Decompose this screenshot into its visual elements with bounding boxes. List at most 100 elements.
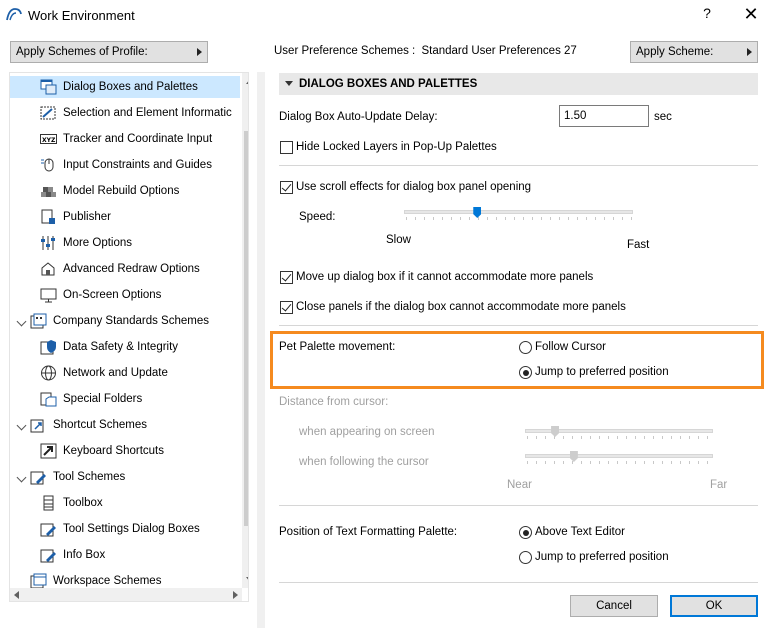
tree-item-tool-settings[interactable]: Tool Settings Dialog Boxes [10, 518, 240, 540]
close-button[interactable]: ✕ [740, 4, 762, 26]
tree-vertical-scrollbar[interactable] [242, 73, 248, 588]
monitor-icon [40, 288, 57, 303]
tree-item-label: Network and Update [63, 367, 168, 379]
tree-group-label: Company Standards Schemes [53, 315, 209, 327]
tree-item-label: More Options [63, 237, 133, 249]
tree-item-keyboard-shortcuts[interactable]: Keyboard Shortcuts [10, 440, 240, 462]
scheme-info-label: User Preference Schemes : [274, 45, 416, 57]
xyz-tracker-icon: XYZ [40, 134, 57, 144]
scroll-up-arrow-icon[interactable] [246, 79, 248, 84]
chevron-down-icon[interactable] [16, 316, 27, 327]
company-schemes-icon [30, 313, 47, 329]
rebuild-icon [41, 187, 56, 197]
data-safety-icon [40, 340, 56, 355]
speed-max-label: Fast [627, 239, 650, 251]
follow-cursor-radio[interactable] [519, 341, 532, 354]
scroll-thumb[interactable] [244, 131, 248, 526]
tree-item-tracker[interactable]: XYZ Tracker and Coordinate Input [10, 128, 240, 150]
arrow-right-icon [197, 48, 202, 56]
hide-locked-layers-label: Hide Locked Layers in Pop-Up Palettes [296, 141, 497, 153]
tree-group-label: Shortcut Schemes [53, 419, 147, 431]
text-jump-preferred-label: Jump to preferred position [535, 551, 669, 563]
tree-item-label: On-Screen Options [63, 289, 162, 301]
separator [279, 582, 758, 583]
tree-item-more-options[interactable]: More Options [10, 232, 240, 254]
arrow-right-icon [747, 48, 752, 56]
scroll-right-arrow-icon[interactable] [233, 591, 238, 599]
tree-item-label: Selection and Element Informatic [63, 107, 232, 119]
tree-item-data-safety[interactable]: Data Safety & Integrity [10, 336, 240, 358]
cancel-button[interactable]: Cancel [570, 595, 658, 617]
tree-item-info-box[interactable]: Info Box [10, 544, 240, 566]
tree-item-label: Dialog Boxes and Palettes [63, 81, 198, 93]
speed-label: Speed: [299, 211, 336, 223]
tree-item-network[interactable]: Network and Update [10, 362, 240, 384]
tree-item-selection[interactable]: Selection and Element Informatic [10, 102, 240, 124]
apply-scheme-button[interactable]: Apply Scheme: [630, 41, 758, 63]
near-label: Near [507, 479, 532, 491]
redraw-icon [41, 262, 55, 276]
tree-item-dialog-boxes[interactable]: Dialog Boxes and Palettes [10, 76, 240, 98]
apply-profile-schemes-button[interactable]: Apply Schemes of Profile: [10, 41, 208, 63]
tree-item-on-screen[interactable]: On-Screen Options [10, 284, 240, 306]
tool-schemes-icon [30, 471, 46, 485]
above-text-editor-radio[interactable] [519, 526, 532, 539]
hide-locked-layers-checkbox[interactable] [280, 141, 293, 154]
keyboard-shortcut-icon [40, 443, 57, 459]
apply-profile-schemes-label: Apply Schemes of Profile: [16, 46, 148, 58]
dialog-palette-icon [40, 79, 57, 95]
close-panels-label: Close panels if the dialog box cannot ac… [296, 301, 626, 313]
auto-update-delay-input[interactable]: 1.50 [559, 105, 649, 127]
chevron-down-icon[interactable] [16, 420, 27, 431]
help-button[interactable]: ? [697, 5, 717, 25]
tree-item-label: Model Rebuild Options [63, 185, 180, 197]
scroll-effects-checkbox[interactable] [280, 181, 293, 194]
tree-item-label: Advanced Redraw Options [63, 263, 200, 275]
scheme-info: User Preference Schemes : Standard User … [274, 45, 577, 57]
tree-item-advanced-redraw[interactable]: Advanced Redraw Options [10, 258, 240, 280]
appearing-on-screen-label: when appearing on screen [299, 426, 435, 438]
tree-group-tool-schemes[interactable]: Tool Schemes [10, 466, 240, 488]
far-label: Far [710, 479, 728, 491]
tree-group-shortcut-schemes[interactable]: Shortcut Schemes [10, 414, 240, 436]
tree-item-publisher[interactable]: Publisher [10, 206, 240, 228]
selection-icon [40, 106, 56, 120]
above-text-editor-label: Above Text Editor [535, 526, 625, 538]
following-slider-track [525, 454, 713, 458]
folders-icon [40, 392, 57, 407]
move-up-dialog-label: Move up dialog box if it cannot accommod… [296, 271, 594, 283]
settings-tree: Dialog Boxes and Palettes Selection and … [9, 72, 249, 602]
tree-item-label: Publisher [63, 211, 111, 223]
mouse-constraint-icon [41, 158, 54, 172]
separator [279, 325, 758, 326]
close-panels-checkbox[interactable] [280, 301, 293, 314]
move-up-dialog-checkbox[interactable] [280, 271, 293, 284]
svg-text:XYZ: XYZ [42, 137, 56, 144]
tree-item-toolbox[interactable]: Toolbox [10, 492, 240, 514]
speed-slider-track[interactable] [404, 210, 633, 214]
section-header-dialog-boxes[interactable]: DIALOG BOXES AND PALETTES [279, 73, 758, 95]
tree-group-company-standards[interactable]: Company Standards Schemes [10, 310, 240, 332]
pane-splitter[interactable] [257, 72, 265, 628]
collapse-triangle-icon [285, 81, 293, 86]
speed-min-label: Slow [386, 234, 411, 246]
ok-button[interactable]: OK [670, 595, 758, 617]
tree-horizontal-scrollbar[interactable] [10, 588, 242, 601]
jump-preferred-radio[interactable] [519, 366, 532, 379]
text-jump-preferred-radio[interactable] [519, 551, 532, 564]
section-header-label: DIALOG BOXES AND PALETTES [299, 78, 478, 90]
tree-item-input-constraints[interactable]: Input Constraints and Guides [10, 154, 240, 176]
scroll-down-arrow-icon[interactable] [246, 577, 248, 582]
sliders-icon [41, 236, 55, 250]
following-slider-ticks [527, 461, 712, 464]
tree-item-model-rebuild[interactable]: Model Rebuild Options [10, 180, 240, 202]
text-palette-position-label: Position of Text Formatting Palette: [279, 526, 458, 538]
tree-item-special-folders[interactable]: Special Folders [10, 388, 240, 410]
following-cursor-label: when following the cursor [299, 456, 429, 468]
scheme-info-value: Standard User Preferences 27 [421, 45, 577, 57]
tree-item-label: Toolbox [63, 497, 103, 509]
pet-palette-label: Pet Palette movement: [279, 341, 396, 353]
chevron-down-icon[interactable] [16, 472, 27, 483]
info-box-icon [40, 549, 56, 563]
scroll-left-arrow-icon[interactable] [14, 591, 19, 599]
